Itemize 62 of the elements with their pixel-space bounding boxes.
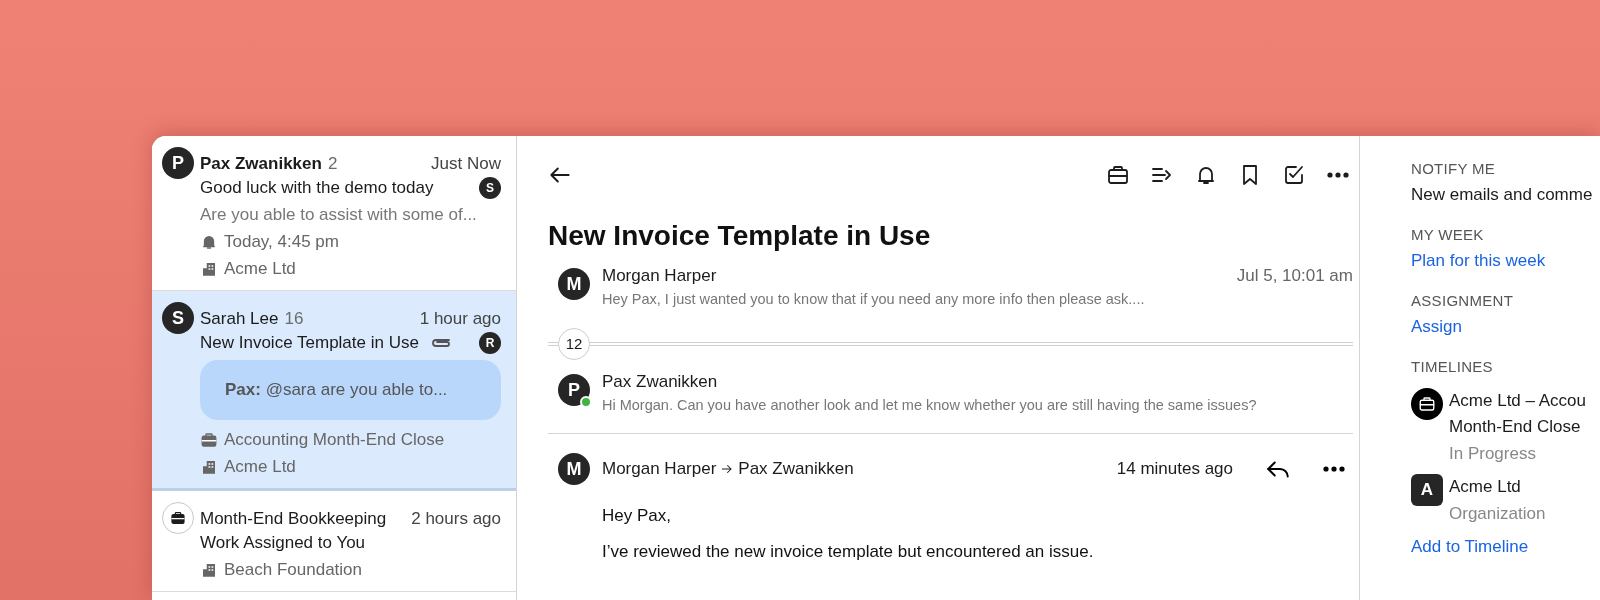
section-heading: ASSIGNMENT [1411,291,1515,311]
sender-name: Pax Zwanikken [200,153,322,175]
recipient-name: Pax Zwanikken [738,458,854,481]
timestamp: 14 minutes ago [1116,458,1233,481]
sender-name: Sarah Lee [200,308,279,330]
avatar: P [162,147,194,179]
more-icon [1323,466,1345,472]
message-preview: Hi Morgan. Can you have another look and let me know whether you are still having the same issues? [602,396,1258,415]
section-heading: MY WEEK [1411,225,1485,245]
task-label: Accounting Month-End Close [224,428,445,451]
sender-name: Morgan Harper [602,458,717,481]
organization-label: Acme Ltd [224,257,296,280]
right-arrow-icon [720,462,735,476]
briefcase-icon [1418,395,1436,413]
more-icon [1327,172,1349,178]
timestamp: 2 hours ago [410,508,501,530]
sender-name: Pax Zwanikken [602,371,718,393]
hidden-messages-count[interactable]: 12 [558,328,590,360]
timeline-status: In Progress [1449,443,1537,465]
timeline-title: Month-End Close [1449,416,1582,438]
sender-name: Morgan Harper [602,265,717,287]
conversation-item[interactable]: Month-End Bookkeeping 2 hours ago Work Assigned to You Beach Foundation [152,491,516,592]
briefcase-icon [200,430,218,449]
timestamp: Jul 5, 10:01 am [1236,265,1353,287]
avatar: S [162,302,194,334]
thread-title: New Invoice Template in Use [548,219,932,253]
briefcase-icon [1106,163,1130,187]
message-preview: Hey Pax, I just wanted you to know that if you need any more info then please ask.... [602,290,1146,309]
comment-preview: Pax: @sara are you able to... [225,379,448,402]
message-count: 16 [284,308,304,330]
add-timeline-link[interactable]: Add to Timeline [1411,534,1600,560]
briefcase-icon [170,510,186,526]
subject: Work Assigned to You [200,531,366,554]
reminder-time: Today, 4:45 pm [224,230,339,253]
subject: Good luck with the demo today [200,176,434,199]
link[interactable]: Assign [1411,312,1600,342]
message-preview: Are you able to assist with some of... [200,204,478,226]
conversation-item[interactable]: P Pax Zwanikken 2 Just Now Good luck with the demo today S Are you able to assist with some of... Today, 4:45 pm Acme Ltd [152,136,516,291]
avatar: M [558,453,590,485]
timestamp: Just Now [430,153,501,175]
sender-name: Month-End Bookkeeping [200,508,387,530]
section-heading: TIMELINES [1411,357,1494,377]
timeline-status: Organization [1449,503,1546,525]
timestamp: 1 hour ago [418,308,501,330]
timeline-title: Acme Ltd – Accou [1449,390,1587,412]
task-checkbox-icon [1282,163,1306,187]
subject: New Invoice Template in Use [200,331,419,354]
section-heading: NOTIFY ME [1411,159,1497,179]
organization-avatar: A [1411,474,1443,506]
message-count: 2 [327,153,338,175]
conversation-item[interactable]: S Sarah Lee 16 1 hour ago New Invoice Template in Use R Pax: @sara are you able to... Accounting Month-End Close Acme Ltd [152,291,516,491]
notify-setting: New emails and comme [1411,184,1594,206]
organization-label: Beach Foundation [224,558,362,581]
organization-label: Acme Ltd [224,455,296,478]
avatar: P [558,374,590,406]
avatar: M [558,268,590,300]
assignee-avatar: R [479,331,501,354]
timeline-title: Acme Ltd [1449,476,1522,498]
body-paragraph: Hey Pax, [602,505,672,527]
assignee-avatar: S [479,176,501,199]
link[interactable]: Plan for this week [1411,246,1600,276]
body-paragraph: I’ve reviewed the new invoice template but encountered an issue. [602,541,1095,563]
